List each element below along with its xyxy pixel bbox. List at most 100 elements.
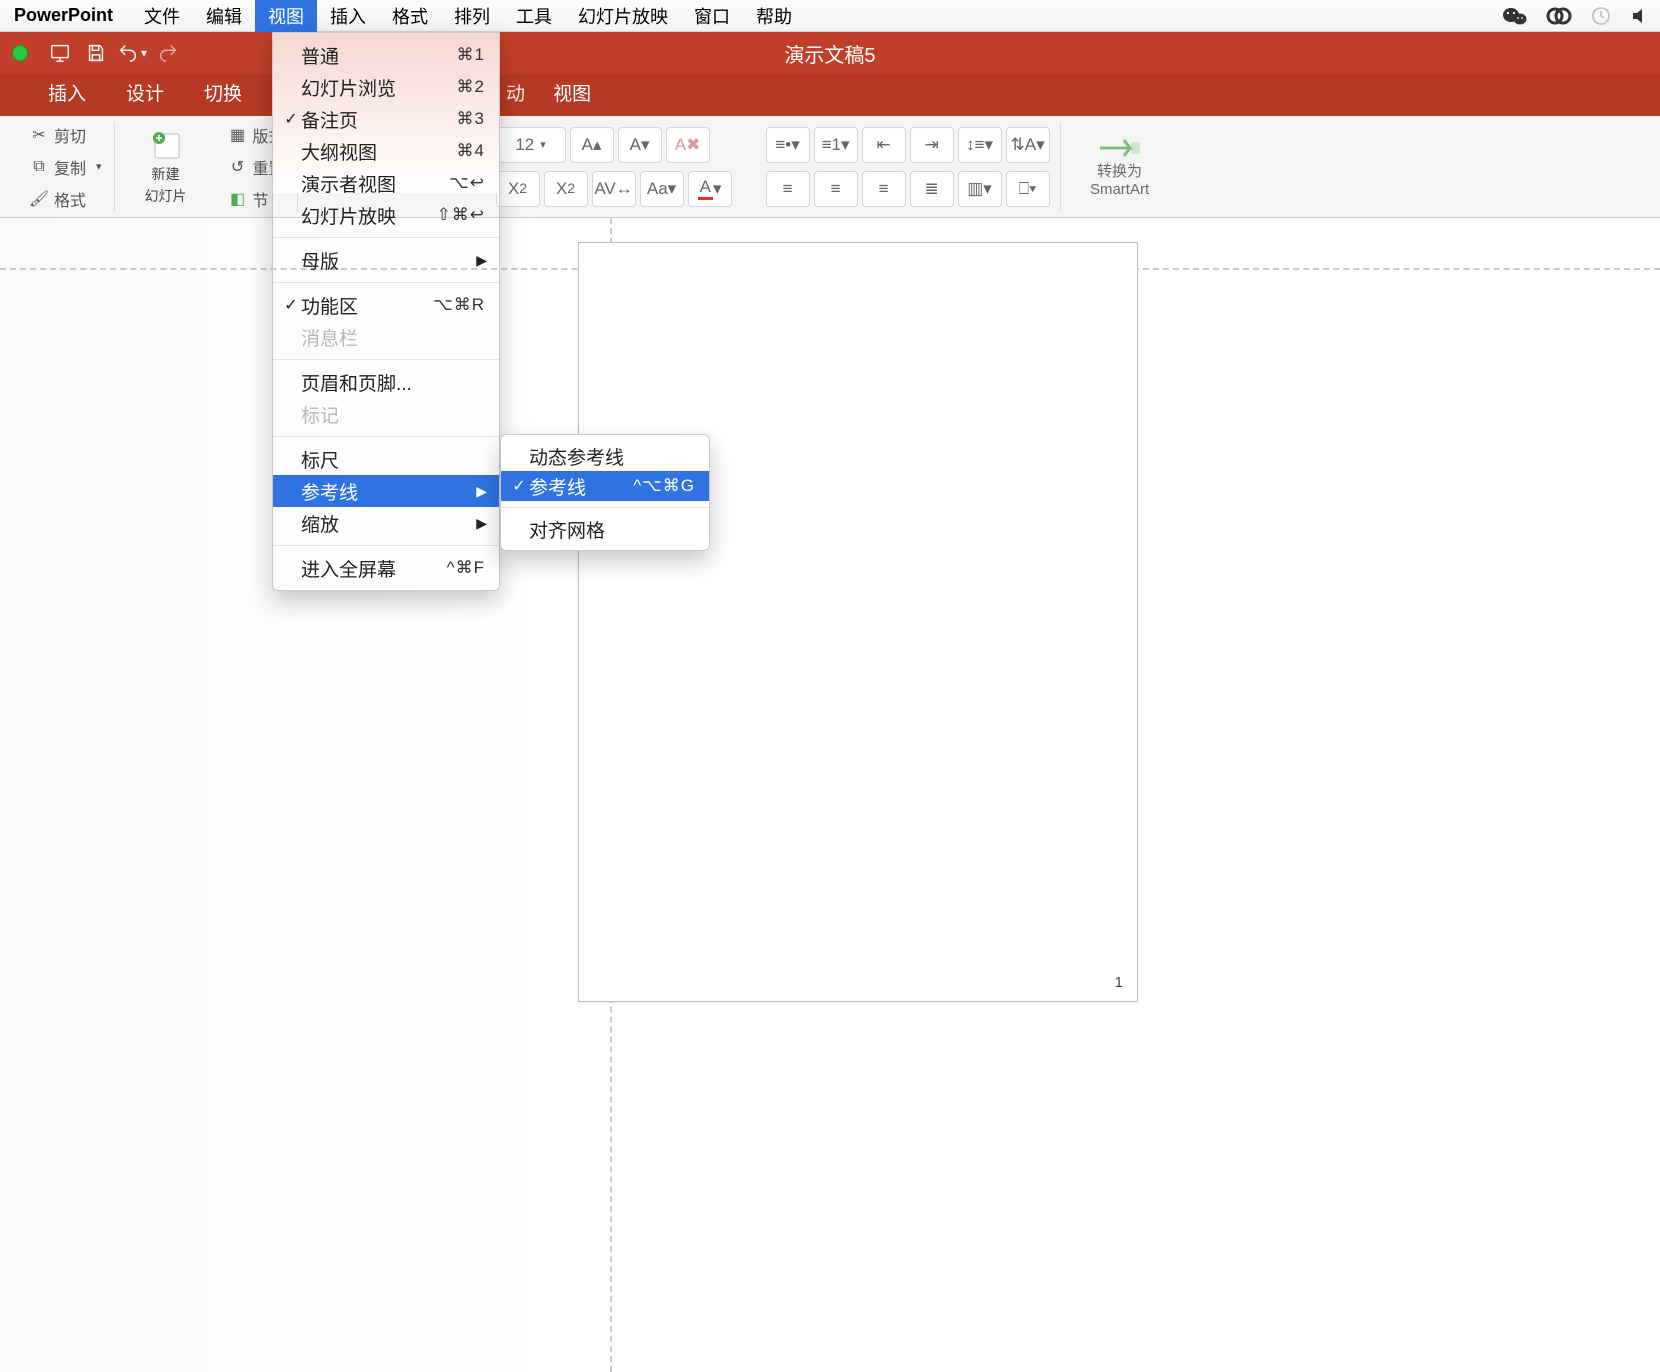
creative-cloud-icon[interactable] xyxy=(1546,6,1572,26)
format-painter-button[interactable]: 🖌格式 xyxy=(26,185,106,213)
view-normal-label: 普通 xyxy=(301,42,457,69)
view-ruler-item[interactable]: 标尺 xyxy=(273,443,499,475)
traffic-light-green[interactable] xyxy=(12,45,28,61)
change-case-button[interactable]: Aa▾ xyxy=(640,171,684,207)
view-notes-label: 备注页 xyxy=(301,106,457,133)
submenu-arrow-icon: ▶ xyxy=(476,483,487,500)
char-spacing-button[interactable]: AV↔ xyxy=(592,171,636,207)
columns-button[interactable]: ▥▾ xyxy=(958,171,1002,207)
convert-smartart-button[interactable]: 转换为 SmartArt xyxy=(1075,122,1165,211)
superscript-button[interactable]: X2 xyxy=(496,171,540,207)
view-ruler-label: 标尺 xyxy=(301,446,485,473)
volume-icon[interactable] xyxy=(1630,6,1650,26)
view-slideshow-item[interactable]: 幻灯片放映⇧⌘↩ xyxy=(273,199,499,231)
menu-format[interactable]: 格式 xyxy=(379,0,441,33)
menu-slideshow[interactable]: 幻灯片放映 xyxy=(565,0,681,33)
document-title: 演示文稿5 xyxy=(784,39,875,68)
qat-presentation-icon[interactable] xyxy=(42,35,78,71)
check-icon: ✓ xyxy=(281,109,301,129)
align-right-button[interactable]: ≡ xyxy=(862,171,906,207)
cut-label: 剪切 xyxy=(54,123,86,147)
menu-tools[interactable]: 工具 xyxy=(503,0,565,33)
view-notes-item[interactable]: ✓备注页⌘3 xyxy=(273,103,499,135)
ribbon-tab-transition[interactable]: 切换 xyxy=(184,71,262,116)
decrease-indent-button[interactable]: ⇤ xyxy=(862,127,906,163)
increase-font-button[interactable]: A▴ xyxy=(570,127,614,163)
menu-arrange[interactable]: 排列 xyxy=(441,0,503,33)
subscript-button[interactable]: X2 xyxy=(544,171,588,207)
dropdown-caret-icon: ▾ xyxy=(96,160,102,173)
window-titlebar: ▾ 演示文稿5 xyxy=(0,32,1660,74)
view-ribbon-shortcut: ⌥⌘R xyxy=(433,295,485,315)
font-size-value: 12 xyxy=(515,135,534,155)
view-normal-item[interactable]: 普通⌘1 xyxy=(273,39,499,71)
menu-insert[interactable]: 插入 xyxy=(317,0,379,33)
smartart-arrow-icon xyxy=(1098,136,1142,160)
static-guides-item[interactable]: ✓参考线^⌥⌘G xyxy=(501,471,709,501)
align-center-button[interactable]: ≡ xyxy=(814,171,858,207)
view-outline-label: 大纲视图 xyxy=(301,138,457,165)
new-slide-button[interactable]: 新建 幻灯片 xyxy=(129,122,203,211)
line-spacing-button[interactable]: ↕≡▾ xyxy=(958,127,1002,163)
view-master-item[interactable]: 母版▶ xyxy=(273,244,499,276)
timemachine-icon[interactable] xyxy=(1590,5,1612,27)
copy-icon: ⧉ xyxy=(30,158,48,176)
view-ribbon-item[interactable]: ✓功能区⌥⌘R xyxy=(273,289,499,321)
numbering-button[interactable]: ≡1▾ xyxy=(814,127,858,163)
snap-to-grid-item[interactable]: 对齐网格 xyxy=(501,514,709,544)
menu-view[interactable]: 视图 xyxy=(255,0,317,33)
view-headerfooter-label: 页眉和页脚... xyxy=(301,369,485,396)
view-notes-shortcut: ⌘3 xyxy=(457,109,485,129)
view-menu-dropdown: 普通⌘1 幻灯片浏览⌘2 ✓备注页⌘3 大纲视图⌘4 演示者视图⌥↩ 幻灯片放映… xyxy=(272,32,500,591)
ribbon-tab-partial[interactable]: 动 xyxy=(502,71,533,116)
check-icon: ✓ xyxy=(281,295,301,315)
qat-undo-icon[interactable]: ▾ xyxy=(114,35,150,71)
font-size-combo[interactable]: 12▾ xyxy=(496,127,566,163)
view-mark-label: 标记 xyxy=(301,401,485,428)
ribbon-tab-view[interactable]: 视图 xyxy=(533,71,611,116)
qat-redo-icon[interactable] xyxy=(150,35,186,71)
view-presenter-shortcut: ⌥↩ xyxy=(449,173,485,193)
notes-page[interactable]: 1 xyxy=(578,242,1138,1002)
view-zoom-item[interactable]: 缩放▶ xyxy=(273,507,499,539)
section-label: 节 xyxy=(253,187,269,211)
view-headerfooter-item[interactable]: 页眉和页脚... xyxy=(273,366,499,398)
menu-window[interactable]: 窗口 xyxy=(681,0,743,33)
qat-save-icon[interactable] xyxy=(78,35,114,71)
snap-to-grid-label: 对齐网格 xyxy=(529,516,695,543)
static-guides-shortcut: ^⌥⌘G xyxy=(633,476,695,496)
view-presenter-item[interactable]: 演示者视图⌥↩ xyxy=(273,167,499,199)
view-outline-item[interactable]: 大纲视图⌘4 xyxy=(273,135,499,167)
font-color-button[interactable]: A▾ xyxy=(688,171,732,207)
submenu-arrow-icon: ▶ xyxy=(476,515,487,532)
view-sorter-item[interactable]: 幻灯片浏览⌘2 xyxy=(273,71,499,103)
copy-button[interactable]: ⧉复制▾ xyxy=(26,153,106,181)
bullets-button[interactable]: ≡•▾ xyxy=(766,127,810,163)
align-text-button[interactable]: ⎕▾ xyxy=(1006,171,1050,207)
align-left-button[interactable]: ≡ xyxy=(766,171,810,207)
cut-button[interactable]: ✂ 剪切 xyxy=(26,121,106,149)
ribbon-tab-design[interactable]: 设计 xyxy=(106,71,184,116)
section-icon: ◧ xyxy=(229,190,247,208)
scissors-icon: ✂ xyxy=(30,126,48,144)
menu-help[interactable]: 帮助 xyxy=(743,0,805,33)
view-fullscreen-item[interactable]: 进入全屏幕^⌘F xyxy=(273,552,499,584)
view-fullscreen-label: 进入全屏幕 xyxy=(301,555,447,582)
view-ribbon-label: 功能区 xyxy=(301,292,433,319)
reset-icon: ↺ xyxy=(229,158,247,176)
app-name: PowerPoint xyxy=(14,5,113,26)
increase-indent-button[interactable]: ⇥ xyxy=(910,127,954,163)
text-direction-button[interactable]: ⇅A▾ xyxy=(1006,127,1050,163)
menu-edit[interactable]: 编辑 xyxy=(193,0,255,33)
justify-button[interactable]: ≣ xyxy=(910,171,954,207)
view-guides-item[interactable]: 参考线▶ xyxy=(273,475,499,507)
brush-icon: 🖌 xyxy=(30,190,48,208)
ribbon-tab-insert[interactable]: 插入 xyxy=(28,71,106,116)
menu-file[interactable]: 文件 xyxy=(131,0,193,33)
wechat-icon[interactable] xyxy=(1502,6,1528,26)
slide-canvas-area[interactable]: 1 xyxy=(0,218,1660,1372)
clear-format-button[interactable]: A✖ xyxy=(666,127,710,163)
dynamic-guides-item[interactable]: 动态参考线 xyxy=(501,441,709,471)
view-msgbar-label: 消息栏 xyxy=(301,324,485,351)
decrease-font-button[interactable]: A▾ xyxy=(618,127,662,163)
